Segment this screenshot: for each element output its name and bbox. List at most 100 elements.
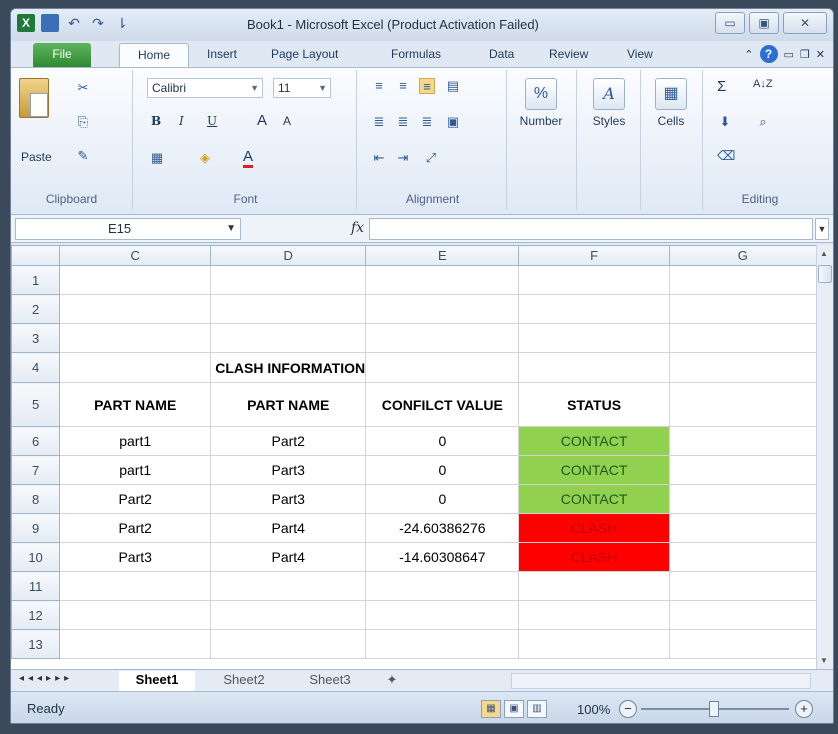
cell[interactable] — [59, 352, 212, 383]
cell[interactable] — [210, 265, 367, 295]
styles-button[interactable]: A Styles — [585, 78, 633, 128]
tab-view[interactable]: View — [627, 47, 653, 61]
align-middle-icon[interactable]: ≡ — [395, 78, 411, 94]
cell[interactable] — [365, 629, 520, 659]
zoom-out-button[interactable]: − — [619, 700, 637, 718]
cell[interactable]: Part3 — [59, 542, 212, 572]
cell[interactable]: 0 — [365, 426, 520, 456]
scroll-thumb[interactable] — [818, 265, 832, 283]
select-all-corner[interactable] — [11, 245, 61, 266]
expand-formula-bar-icon[interactable]: ▼ — [815, 218, 829, 240]
page-break-view-icon[interactable]: ▥ — [527, 700, 547, 718]
cell[interactable] — [668, 600, 817, 630]
row-header[interactable]: 7 — [11, 455, 61, 485]
status-cell-clash[interactable]: CLASH — [518, 542, 670, 572]
row-header[interactable]: 6 — [11, 426, 61, 456]
row-header[interactable]: 13 — [11, 629, 61, 659]
cell[interactable] — [668, 265, 817, 295]
normal-view-icon[interactable]: ▦ — [481, 700, 501, 718]
column-header-g[interactable]: G — [668, 245, 817, 266]
fill-color-icon[interactable]: ◈ — [197, 150, 213, 166]
cell[interactable]: Part2 — [59, 513, 212, 543]
cell[interactable] — [365, 600, 520, 630]
cell[interactable]: Part4 — [210, 513, 367, 543]
tab-page-layout[interactable]: Page Layout — [271, 47, 338, 61]
status-cell-clash[interactable]: CLASH — [518, 513, 670, 543]
sort-filter-button[interactable]: A↓Z — [753, 78, 773, 90]
header-cell-part-name[interactable]: PART NAME — [59, 382, 212, 427]
cell[interactable] — [518, 294, 670, 324]
redo-icon[interactable]: ↷ — [89, 14, 107, 32]
cell[interactable] — [210, 294, 367, 324]
zoom-slider-thumb[interactable] — [709, 701, 719, 717]
cell[interactable]: Part3 — [210, 455, 367, 485]
scroll-down-icon[interactable]: ▼ — [820, 656, 828, 665]
tab-home[interactable]: Home — [119, 43, 189, 67]
scroll-up-icon[interactable]: ▲ — [820, 249, 828, 258]
cell[interactable] — [668, 382, 817, 427]
cell[interactable]: part1 — [59, 455, 212, 485]
bold-button[interactable]: B — [151, 114, 161, 128]
row-header[interactable]: 3 — [11, 323, 61, 353]
cell[interactable] — [668, 629, 817, 659]
row-header[interactable]: 10 — [11, 542, 61, 572]
tab-data[interactable]: Data — [489, 47, 514, 61]
cell[interactable] — [518, 571, 670, 601]
cell[interactable] — [518, 600, 670, 630]
minimize-ribbon-icon[interactable]: ⌃ — [744, 48, 753, 61]
cell[interactable] — [668, 542, 817, 572]
sheet-nav-buttons[interactable]: ◂◂◂▸▸▸ — [19, 673, 73, 684]
cell[interactable] — [668, 352, 817, 383]
column-header-d[interactable]: D — [210, 245, 367, 266]
column-header-e[interactable]: E — [365, 245, 520, 266]
row-header[interactable]: 12 — [11, 600, 61, 630]
font-family-select[interactable]: Calibri ▼ — [147, 78, 263, 98]
row-header[interactable]: 9 — [11, 513, 61, 543]
cell[interactable] — [365, 294, 520, 324]
increase-indent-icon[interactable]: ⇥ — [395, 150, 411, 166]
italic-button[interactable]: I — [179, 114, 184, 128]
cell[interactable]: 0 — [365, 455, 520, 485]
column-header-f[interactable]: F — [518, 245, 670, 266]
cell[interactable] — [59, 571, 212, 601]
row-header[interactable]: 1 — [11, 265, 61, 295]
cell[interactable] — [210, 571, 367, 601]
borders-icon[interactable]: ▦ — [149, 150, 165, 166]
cell[interactable] — [210, 600, 367, 630]
header-cell-status[interactable]: STATUS — [518, 382, 670, 427]
align-left-icon[interactable]: ≣ — [371, 114, 387, 130]
sheet-tab-sheet1[interactable]: Sheet1 — [119, 671, 195, 691]
cell[interactable] — [668, 571, 817, 601]
customize-qat-icon[interactable]: ⇂ — [113, 14, 131, 32]
close-workbook-icon[interactable]: ✕ — [816, 48, 825, 61]
cell[interactable] — [365, 323, 520, 353]
zoom-level[interactable]: 100% — [577, 702, 610, 717]
status-cell-contact[interactable]: CONTACT — [518, 426, 670, 456]
zoom-in-button[interactable]: + — [795, 700, 813, 718]
merge-center-icon[interactable]: ▣ — [445, 114, 461, 130]
row-header[interactable]: 11 — [11, 571, 61, 601]
cell[interactable] — [59, 629, 212, 659]
minimize-button[interactable]: ▭ — [715, 12, 745, 34]
formula-input[interactable] — [369, 218, 813, 240]
row-header[interactable]: 8 — [11, 484, 61, 514]
header-cell-conflict-value[interactable]: CONFILCT VALUE — [365, 382, 520, 427]
cell[interactable] — [668, 323, 817, 353]
cell[interactable] — [365, 352, 520, 383]
cell[interactable] — [59, 323, 212, 353]
cell[interactable]: 0 — [365, 484, 520, 514]
maximize-button[interactable]: ▣ — [749, 12, 779, 34]
grow-font-button[interactable]: A — [257, 112, 267, 129]
cell[interactable] — [668, 455, 817, 485]
status-cell-contact[interactable]: CONTACT — [518, 484, 670, 514]
status-cell-contact[interactable]: CONTACT — [518, 455, 670, 485]
align-bottom-icon[interactable]: ≡ — [419, 78, 435, 94]
cut-icon[interactable]: ✂ — [75, 80, 91, 96]
excel-logo-icon[interactable]: X — [17, 14, 35, 32]
cell[interactable] — [365, 571, 520, 601]
cells-button[interactable]: ▦ Cells — [647, 78, 695, 128]
cell[interactable]: -14.60308647 — [365, 542, 520, 572]
clear-icon[interactable]: ⌫ — [717, 148, 735, 164]
align-top-icon[interactable]: ≡ — [371, 78, 387, 94]
font-size-select[interactable]: 11 ▼ — [273, 78, 331, 98]
